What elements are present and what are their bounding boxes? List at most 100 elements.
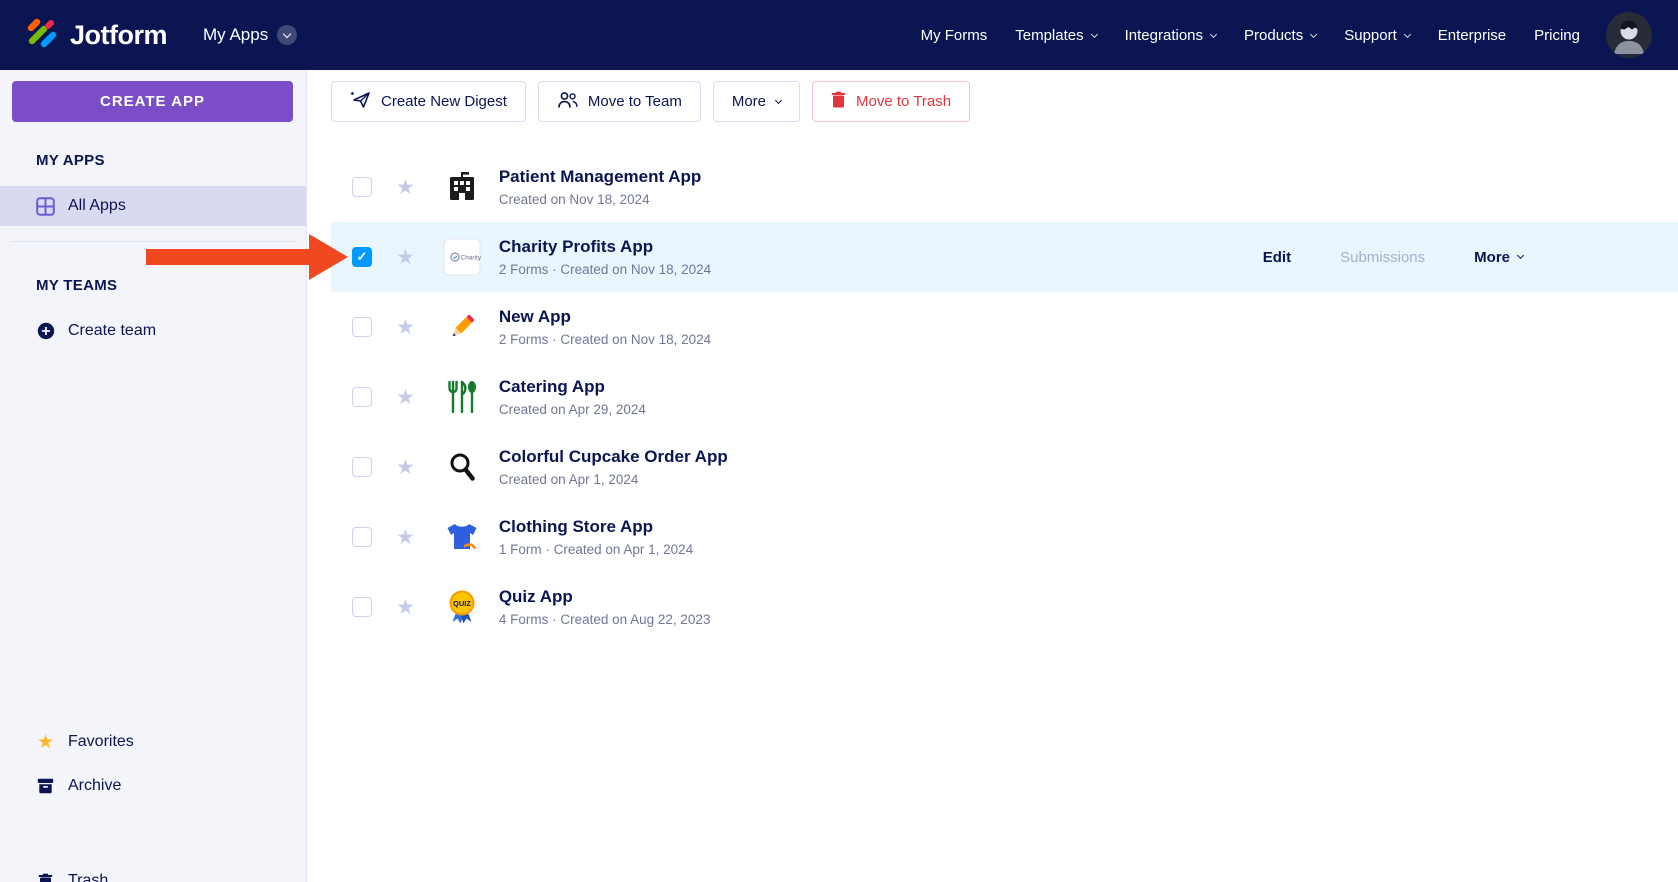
svg-text:Charity: Charity — [460, 255, 481, 262]
nav-link-products[interactable]: Products — [1244, 27, 1318, 44]
sidebar-item-trash[interactable]: Trash — [0, 865, 306, 882]
workspace-label: My Apps — [203, 25, 269, 44]
app-row-quiz[interactable]: ★ QUIZ Quiz App 4 Forms · Created on Aug… — [331, 572, 1678, 642]
row-checkbox[interactable] — [352, 177, 372, 197]
sidebar-item-create-team[interactable]: Create team — [0, 311, 306, 351]
nav-links: My Forms Templates Integrations Products… — [921, 27, 1580, 44]
app-meta: Created on Nov 18, 2024 — [498, 192, 650, 207]
chevron-down-icon — [1516, 251, 1525, 260]
plus-circle-icon — [36, 322, 55, 340]
app-icon-charity: Charity — [442, 237, 482, 277]
sidebar-item-all-apps[interactable]: All Apps — [0, 186, 306, 226]
toolbar: Create New Digest Move to Team More Move… — [331, 81, 1678, 122]
archive-box-icon — [36, 778, 55, 794]
chevron-down-icon — [774, 96, 783, 104]
sidebar-item-label: All Apps — [68, 197, 126, 214]
favorite-star-icon[interactable]: ★ — [396, 177, 415, 198]
app-title[interactable]: New App — [499, 307, 711, 327]
submissions-button[interactable]: Submissions — [1340, 249, 1425, 266]
app-title[interactable]: Charity Profits App — [499, 237, 711, 257]
nav-link-my-forms[interactable]: My Forms — [921, 27, 988, 44]
app-title[interactable]: Colorful Cupcake Order App — [499, 447, 728, 467]
favorite-star-icon[interactable]: ★ — [396, 387, 415, 408]
move-to-team-button[interactable]: Move to Team — [537, 81, 701, 122]
app-meta: Created on Apr 1, 2024 — [498, 472, 639, 487]
workspace-chevron-icon — [277, 25, 298, 45]
sidebar-item-archive[interactable]: Archive — [0, 770, 306, 802]
app-meta: 2 Forms · Created on Nov 18, 2024 — [498, 262, 712, 277]
create-app-button[interactable]: CREATE APP — [12, 81, 293, 122]
grid-apps-icon — [36, 196, 55, 216]
favorite-star-icon[interactable]: ★ — [396, 247, 415, 268]
app-icon-utensils — [442, 377, 482, 417]
trash-icon — [36, 873, 55, 882]
team-people-icon — [557, 91, 578, 112]
svg-text:QUIZ: QUIZ — [453, 599, 471, 608]
sidebar-divider — [10, 241, 296, 242]
favorites-star-icon: ★ — [36, 731, 55, 753]
app-row-clothing-store[interactable]: ★ Clothing Store App 1 Form · Created on… — [331, 502, 1678, 572]
app-meta: 2 Forms · Created on Nov 18, 2024 — [498, 332, 712, 347]
my-apps-header: MY APPS — [36, 152, 105, 169]
app-title[interactable]: Clothing Store App — [499, 517, 693, 537]
sidebar-item-label: Archive — [68, 777, 122, 794]
nav-link-integrations[interactable]: Integrations — [1125, 27, 1218, 44]
row-actions: Edit Submissions More — [1263, 249, 1525, 266]
favorite-star-icon[interactable]: ★ — [396, 317, 415, 338]
sidebar-item-label: Favorites — [68, 733, 134, 750]
nav-link-enterprise[interactable]: Enterprise — [1438, 27, 1506, 44]
app-title[interactable]: Patient Management App — [499, 167, 701, 187]
row-checkbox[interactable] — [352, 457, 372, 477]
favorite-star-icon[interactable]: ★ — [396, 457, 415, 478]
nav-link-templates[interactable]: Templates — [1015, 27, 1098, 44]
sidebar: CREATE APP MY APPS All Apps MY TEAMS Cre… — [0, 70, 307, 882]
sidebar-item-label: Create team — [68, 322, 157, 339]
nav-link-pricing[interactable]: Pricing — [1534, 27, 1580, 44]
app-icon-hospital — [442, 167, 482, 207]
row-checkbox[interactable] — [352, 387, 372, 407]
favorite-star-icon[interactable]: ★ — [396, 527, 415, 548]
app-row-cupcake-order[interactable]: ★ Colorful Cupcake Order App Created on … — [331, 432, 1678, 502]
app-meta: 4 Forms · Created on Aug 22, 2023 — [498, 612, 711, 627]
workspace-switcher[interactable]: My Apps — [203, 25, 298, 45]
row-more-button[interactable]: More — [1474, 249, 1525, 266]
create-new-digest-button[interactable]: Create New Digest — [331, 81, 526, 122]
app-row-patient-management[interactable]: ★ Patient Management App Created on Nov … — [331, 152, 1678, 222]
row-checkbox[interactable] — [352, 527, 372, 547]
nav-link-support[interactable]: Support — [1344, 27, 1411, 44]
app-meta: 1 Form · Created on Apr 1, 2024 — [498, 542, 694, 557]
more-button[interactable]: More — [712, 81, 801, 122]
chevron-down-icon — [1209, 30, 1218, 38]
app-icon-pencil — [442, 307, 482, 347]
digest-plane-icon — [350, 90, 371, 113]
app-icon-shirt — [442, 517, 482, 557]
app-row-catering[interactable]: ★ Catering App Created on Apr 29, 2024 — [331, 362, 1678, 432]
app-row-charity-profits[interactable]: ★ Charity Charity Profits App 2 Forms · … — [331, 222, 1678, 292]
chevron-down-icon — [1090, 30, 1098, 38]
jotform-logo-icon — [24, 15, 60, 56]
jotform-logo[interactable]: Jotform — [24, 15, 168, 56]
main-content: Create New Digest Move to Team More Move… — [307, 70, 1678, 882]
user-avatar[interactable] — [1606, 12, 1652, 58]
top-navbar: Jotform My Apps My Forms Templates Integ… — [0, 0, 1678, 70]
row-checkbox-checked[interactable] — [352, 247, 372, 267]
row-checkbox[interactable] — [352, 317, 372, 337]
chevron-down-icon — [1403, 30, 1411, 38]
favorite-star-icon[interactable]: ★ — [396, 597, 415, 618]
sidebar-item-favorites[interactable]: ★ Favorites — [0, 726, 306, 758]
sidebar-item-label: Trash — [68, 872, 109, 882]
app-icon-magnifier — [442, 447, 482, 487]
app-title[interactable]: Quiz App — [499, 587, 711, 607]
app-icon-quiz-badge: QUIZ — [442, 587, 482, 627]
my-teams-header: MY TEAMS — [36, 277, 118, 294]
trash-icon — [831, 91, 846, 112]
brand-name: Jotform — [70, 19, 168, 50]
move-to-trash-button[interactable]: Move to Trash — [812, 81, 971, 122]
edit-button[interactable]: Edit — [1263, 249, 1291, 266]
chevron-down-icon — [1310, 30, 1318, 38]
row-checkbox[interactable] — [352, 597, 372, 617]
app-meta: Created on Apr 29, 2024 — [498, 402, 646, 417]
app-row-new-app[interactable]: ★ New App 2 Forms · Created on Nov 18, 2… — [331, 292, 1678, 362]
app-title[interactable]: Catering App — [499, 377, 646, 397]
app-list: ★ Patient Management App Created on Nov … — [331, 152, 1678, 642]
